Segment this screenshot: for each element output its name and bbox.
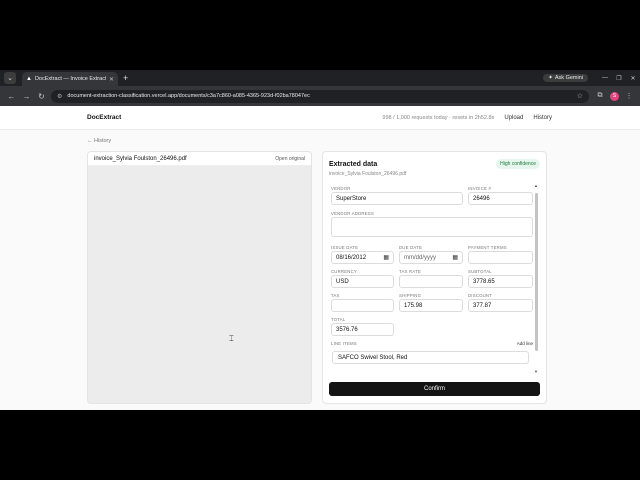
web-page: DocExtract 998 / 1,000 requests today · …	[0, 106, 640, 410]
vendor-address-label: VENDOR ADDRESS	[331, 211, 374, 216]
calendar-icon[interactable]: ▦	[452, 254, 458, 261]
gemini-icon: ✦	[548, 75, 553, 81]
line-item-description-field[interactable]: SAFCO Swivel Stool, Red	[332, 351, 529, 364]
tab-bar: ⌄ ▲ DocExtract — Invoice Extraction ✕ + …	[0, 70, 640, 86]
close-tab-icon[interactable]: ✕	[109, 76, 114, 83]
reload-icon[interactable]: ↻	[34, 92, 49, 101]
url-text: document-extraction-classification.verce…	[67, 93, 310, 99]
tax-rate-label: TAX RATE	[399, 269, 421, 274]
form-scrollbar[interactable]: ▲ ▼	[534, 183, 538, 374]
tax-rate-field[interactable]	[399, 275, 463, 288]
subtotal-label: SUBTOTAL	[468, 269, 492, 274]
total-field[interactable]: 3576.76	[331, 323, 394, 336]
tax-label: TAX	[331, 293, 340, 298]
vendor-label: VENDOR	[331, 186, 351, 191]
scroll-up-icon[interactable]: ▲	[534, 183, 538, 188]
invoice-number-label: INVOICE #	[468, 186, 492, 191]
open-original-link[interactable]: Open original	[275, 156, 305, 162]
quota-text: 998 / 1,000 requests today · resets in 2…	[382, 114, 495, 121]
nav-history-link[interactable]: History	[533, 115, 552, 121]
payment-terms-label: PAYMENT TERMS	[468, 245, 507, 250]
mouse-cursor-icon: ⌶	[229, 334, 234, 343]
ask-gemini-label: Ask Gemini	[554, 75, 583, 81]
issue-date-value: 08/16/2012	[336, 254, 367, 261]
ask-gemini-button[interactable]: ✦ Ask Gemini	[543, 74, 588, 82]
panel-subtitle: invoice_Sylvia Foulston_26496.pdf	[329, 171, 407, 177]
brand-logo[interactable]: DocExtract	[87, 114, 121, 121]
payment-terms-field[interactable]	[468, 251, 533, 264]
extraction-form: VENDOR SuperStore INVOICE # 26496 VENDOR…	[329, 186, 535, 369]
panel-title: Extracted data	[329, 161, 378, 168]
add-line-button[interactable]: Add line	[517, 341, 533, 346]
main-content: ← History invoice_Sylvia Foulston_26496.…	[0, 130, 640, 410]
more-menu-icon[interactable]: ⋮	[622, 92, 636, 100]
browser-tab[interactable]: ▲ DocExtract — Invoice Extraction ✕	[22, 72, 118, 86]
profile-avatar[interactable]: S	[610, 91, 619, 101]
tab-title: DocExtract — Invoice Extraction	[34, 76, 106, 82]
subtotal-field[interactable]: 3778.65	[468, 275, 533, 288]
app-header: DocExtract 998 / 1,000 requests today · …	[0, 106, 640, 130]
address-bar: ← → ↻ ⚙ document-extraction-classificati…	[0, 86, 640, 106]
back-arrow-icon[interactable]: ←	[4, 92, 19, 101]
minimize-icon[interactable]: —	[598, 75, 612, 81]
calendar-icon[interactable]: ▦	[383, 254, 389, 261]
discount-label: DISCOUNT	[468, 293, 493, 298]
back-to-history-link[interactable]: ← History	[87, 138, 111, 144]
close-window-icon[interactable]: ✕	[626, 75, 640, 82]
vendor-address-field[interactable]	[331, 217, 533, 237]
shipping-field[interactable]: 175.98	[399, 299, 463, 312]
vendor-field[interactable]: SuperStore	[331, 192, 463, 205]
extracted-data-panel: Extracted data invoice_Sylvia Foulston_2…	[322, 151, 547, 404]
maximize-icon[interactable]: ❐	[612, 75, 626, 82]
scrollbar-thumb[interactable]	[535, 193, 538, 351]
nav-upload-link[interactable]: Upload	[504, 115, 523, 121]
discount-field[interactable]: 377.87	[468, 299, 533, 312]
document-preview: invoice_Sylvia Foulston_26496.pdf Open o…	[87, 151, 312, 404]
due-date-field[interactable]: mm/dd/yyyy ▦	[399, 251, 463, 264]
issue-date-label: ISSUE DATE	[331, 245, 359, 250]
forward-arrow-icon[interactable]: →	[19, 92, 34, 101]
preview-filename: invoice_Sylvia Foulston_26496.pdf	[94, 155, 187, 162]
url-field[interactable]: ⚙ document-extraction-classification.ver…	[51, 89, 589, 103]
preview-header: invoice_Sylvia Foulston_26496.pdf Open o…	[88, 152, 311, 166]
scroll-down-icon[interactable]: ▼	[534, 369, 538, 374]
total-label: TOTAL	[331, 317, 346, 322]
browser-chrome: ⌄ ▲ DocExtract — Invoice Extraction ✕ + …	[0, 70, 640, 106]
tax-field[interactable]	[331, 299, 394, 312]
bookmark-star-icon[interactable]: ☆	[577, 92, 583, 100]
site-info-icon[interactable]: ⚙	[57, 93, 62, 100]
shipping-label: SHIPPING	[399, 293, 422, 298]
confirm-button[interactable]: Confirm	[329, 382, 540, 396]
due-date-label: DUE DATE	[399, 245, 423, 250]
due-date-placeholder: mm/dd/yyyy	[404, 254, 437, 261]
currency-field[interactable]: USD	[331, 275, 394, 288]
tab-search-icon[interactable]: ⌄	[4, 72, 16, 84]
vercel-favicon-icon: ▲	[26, 76, 32, 82]
plus-icon[interactable]: +	[123, 73, 128, 83]
invoice-number-field[interactable]: 26496	[468, 192, 533, 205]
confidence-badge: High confidence	[496, 159, 540, 169]
line-items-label: LINE ITEMS	[331, 341, 357, 346]
extensions-icon[interactable]: ⧉	[593, 92, 607, 100]
currency-label: CURRENCY	[331, 269, 357, 274]
issue-date-field[interactable]: 08/16/2012 ▦	[331, 251, 394, 264]
